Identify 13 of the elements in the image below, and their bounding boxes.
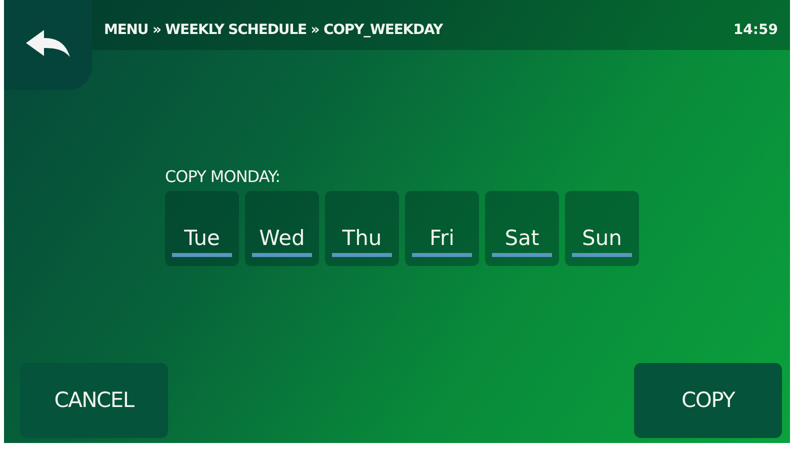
day-toggle[interactable]: Fri xyxy=(405,191,479,266)
day-toggle[interactable]: Tue xyxy=(165,191,239,266)
clock-time: 14:59 xyxy=(733,21,778,40)
copy-button[interactable]: COPY xyxy=(634,363,782,438)
back-arrow-icon xyxy=(26,30,70,60)
day-toggle[interactable]: Sat xyxy=(485,191,559,266)
breadcrumb: MENU » WEEKLY SCHEDULE » COPY_WEEKDAY xyxy=(104,21,442,40)
back-button[interactable] xyxy=(4,0,92,90)
day-toggle[interactable]: Sun xyxy=(565,191,639,266)
cancel-button[interactable]: CANCEL xyxy=(20,363,168,438)
day-toggle[interactable]: Wed xyxy=(245,191,319,266)
day-toggle[interactable]: Thu xyxy=(325,191,399,266)
copy-label: COPY MONDAY: xyxy=(165,166,280,188)
